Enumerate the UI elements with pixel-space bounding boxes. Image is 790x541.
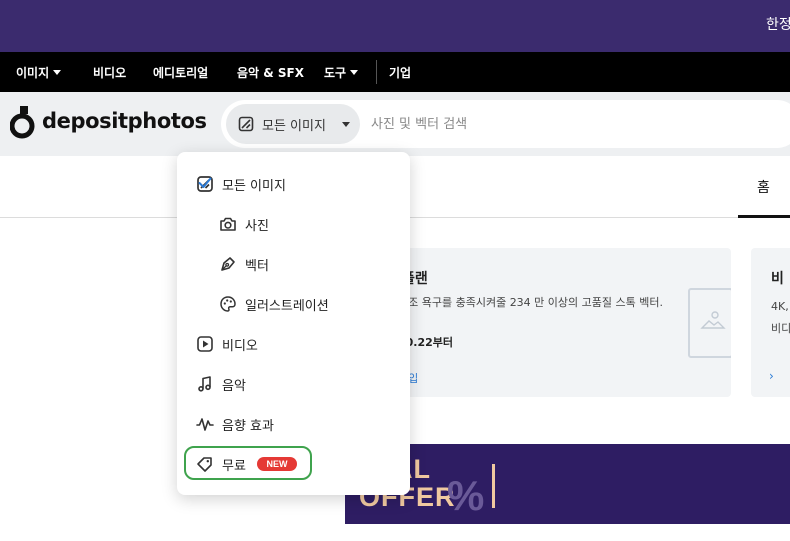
- dropdown-item-illustrations[interactable]: 일러스트레이션: [177, 288, 410, 318]
- dropdown-item-label: 벡터: [245, 259, 269, 274]
- dropdown-item-music[interactable]: 음악: [177, 368, 410, 398]
- depositphotos-logo-icon: [10, 106, 35, 139]
- dropdown-item-video[interactable]: 비디오: [177, 328, 410, 358]
- video-card-desc-line: 4K,: [771, 300, 789, 313]
- play-icon: [197, 336, 213, 352]
- new-badge: NEW: [257, 457, 297, 471]
- video-card-title: 비: [771, 271, 784, 287]
- top-banner: 한정: [0, 0, 790, 52]
- dropdown-item-label: 음악: [222, 379, 246, 394]
- nav-divider: [376, 60, 377, 84]
- caret-down-icon: [53, 70, 62, 75]
- search-input[interactable]: [371, 104, 790, 144]
- checkmark-icon: [198, 177, 212, 188]
- language-selector[interactable]: 한정: [766, 14, 790, 34]
- plan-card-description: 창조 욕구를 충족시켜줄 234 만 이상의 고품질 스톡 벡터.: [398, 296, 663, 309]
- dropdown-item-label: 비디오: [222, 339, 258, 354]
- caret-down-icon: [350, 70, 359, 75]
- pen-icon: [221, 257, 235, 271]
- nav-item-music-sfx[interactable]: 음악 & SFX: [237, 64, 304, 81]
- chevron-down-icon: [342, 122, 350, 127]
- video-card[interactable]: 비 4K, 비디 ›: [751, 248, 790, 397]
- search-bar: 모든 이미지: [221, 100, 790, 148]
- promo-divider: [492, 464, 495, 508]
- nav-item-images[interactable]: 이미지: [16, 64, 62, 81]
- promo-percent: %: [447, 472, 485, 519]
- dropdown-item-sound-effects[interactable]: 음향 효과: [177, 408, 410, 438]
- main-nav: 이미지 비디오 에디토리얼 음악 & SFX 도구 기업: [0, 52, 790, 92]
- dropdown-item-vectors[interactable]: 벡터: [177, 248, 410, 278]
- search-type-label: 모든 이미지: [262, 119, 326, 134]
- tab-home[interactable]: 홈: [757, 177, 770, 197]
- header: depositphotos 모든 이미지: [0, 92, 790, 156]
- all-images-icon: [238, 116, 254, 132]
- active-tab-indicator: [738, 215, 790, 218]
- dropdown-item-label: 사진: [245, 219, 269, 234]
- search-type-dropdown: 모든 이미지 사진 벡터 일러스트레이션 비디오 음악 음향 효과 무료: [177, 152, 410, 495]
- dropdown-item-label: 일러스트레이션: [245, 299, 329, 314]
- nav-item-label: 도구: [324, 66, 347, 80]
- nav-item-label: 이미지: [16, 66, 50, 80]
- palette-icon: [220, 296, 236, 312]
- video-card-link[interactable]: ›: [769, 369, 774, 383]
- landscape-icon: [700, 311, 726, 329]
- nav-item-tools[interactable]: 도구: [324, 64, 359, 81]
- nav-item-enterprise[interactable]: 기업: [389, 64, 411, 81]
- video-card-desc-line: 비디: [771, 322, 790, 335]
- search-type-selector[interactable]: 모든 이미지: [226, 104, 360, 144]
- page: 한정 이미지 비디오 에디토리얼 음악 & SFX 도구 기업 depositp…: [0, 0, 790, 541]
- sound-wave-icon: [196, 418, 214, 431]
- nav-item-video[interactable]: 비디오: [93, 64, 126, 81]
- video-card-description: 4K, 비디: [771, 296, 790, 340]
- logo-text: depositphotos: [42, 109, 207, 133]
- camera-icon: [220, 217, 236, 231]
- dropdown-item-label: 모든 이미지: [222, 179, 286, 194]
- dropdown-item-photos[interactable]: 사진: [177, 208, 410, 238]
- dropdown-item-label: 음향 효과: [222, 419, 274, 434]
- music-note-icon: [198, 376, 211, 392]
- special-offer-banner[interactable]: ECIAL OFFER %: [345, 444, 790, 524]
- nav-item-editorial[interactable]: 에디토리얼: [153, 64, 208, 81]
